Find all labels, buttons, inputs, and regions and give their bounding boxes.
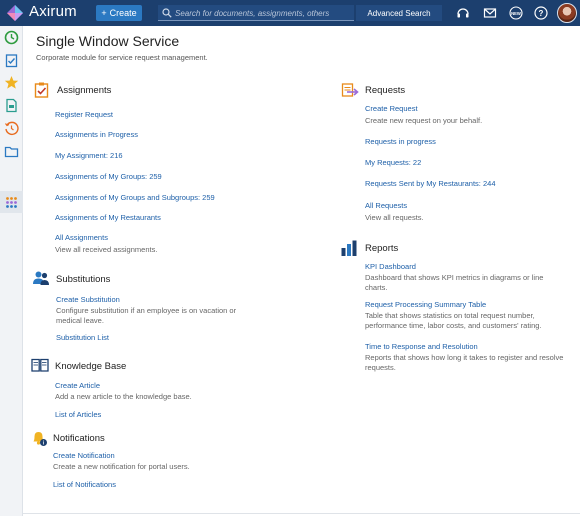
all-assignments-link[interactable]: All Assignments	[55, 233, 108, 242]
notifications-title: Notifications	[53, 433, 105, 444]
kpi-dashboard-link[interactable]: KPI Dashboard	[365, 262, 416, 271]
create-notification-desc: Create a new notification for portal use…	[53, 462, 190, 471]
side-rail	[0, 26, 23, 516]
create-substitution-desc: Configure substitution if an employee is…	[56, 306, 237, 325]
knowledge-base-title: Knowledge Base	[55, 361, 127, 372]
time-to-response-desc: Reports that shows how long it takes to …	[365, 353, 564, 372]
page-title: Single Window Service	[36, 33, 180, 49]
bar-chart-icon	[341, 240, 357, 256]
star-icon[interactable]	[4, 75, 19, 90]
app-name[interactable]: Axirum	[29, 3, 77, 20]
all-requests-link[interactable]: All Requests	[365, 201, 407, 210]
list-of-articles-link[interactable]: List of Articles	[55, 410, 101, 419]
create-article-link[interactable]: Create Article	[55, 381, 100, 390]
search-box[interactable]	[158, 5, 354, 21]
summary-table-link[interactable]: Request Processing Summary Table	[365, 300, 486, 309]
axirum-logo-icon	[7, 5, 23, 21]
create-button[interactable]: + Create	[96, 5, 142, 21]
mail-icon[interactable]	[483, 6, 497, 20]
create-request-desc: Create new request on your behalf.	[365, 116, 483, 125]
requests-icon	[341, 83, 359, 97]
plus-icon: +	[101, 8, 107, 18]
groups-subgroups-assignments-link[interactable]: Assignments of My Groups and Subgroups: …	[55, 193, 215, 202]
all-assignments-desc: View all received assignments.	[55, 245, 158, 254]
bell-icon: i	[33, 432, 47, 447]
my-restaurants-assignments-link[interactable]: Assignments of My Restaurants	[55, 213, 161, 222]
substitutions-title: Substitutions	[56, 274, 111, 285]
svg-text:?: ?	[539, 9, 544, 18]
create-substitution-link[interactable]: Create Substitution	[56, 295, 120, 304]
assignments-in-progress-link[interactable]: Assignments in Progress	[55, 130, 138, 139]
substitution-list-link[interactable]: Substitution List	[56, 333, 109, 342]
list-of-notifications-link[interactable]: List of Notifications	[53, 480, 116, 489]
substitutions-icon	[33, 271, 49, 285]
create-request-link[interactable]: Create Request	[365, 104, 418, 113]
my-assignment-link[interactable]: My Assignment: 216	[55, 151, 123, 160]
kpi-dashboard-desc: Dashboard that shows KPI metrics in diag…	[365, 273, 544, 292]
new-badge-icon[interactable]: NEW	[509, 6, 523, 20]
all-requests-desc: View all requests.	[365, 213, 424, 222]
advanced-search-button[interactable]: Advanced Search	[356, 5, 442, 21]
assignments-icon	[34, 82, 49, 98]
requests-in-progress-link[interactable]: Requests in progress	[365, 137, 436, 146]
folder-icon[interactable]	[4, 144, 19, 159]
summary-table-desc: Table that shows statistics on total req…	[365, 311, 542, 330]
checklist-icon[interactable]	[4, 53, 19, 68]
help-icon[interactable]: ?	[534, 6, 548, 20]
assignments-title: Assignments	[57, 85, 112, 96]
requests-sent-by-restaurants-link[interactable]: Requests Sent by My Restaurants: 244	[365, 179, 496, 188]
register-request-link[interactable]: Register Request	[55, 110, 113, 119]
user-avatar[interactable]	[557, 3, 577, 23]
create-article-desc: Add a new article to the knowledge base.	[55, 392, 192, 401]
top-bar: Axirum + Create Advanced Search NEW ?	[0, 0, 580, 26]
svg-text:NEW: NEW	[511, 11, 521, 16]
apps-grid-icon[interactable]	[4, 195, 19, 210]
create-button-label: Create	[109, 8, 137, 18]
time-to-response-link[interactable]: Time to Response and Resolution	[365, 342, 478, 351]
bottom-divider	[23, 513, 580, 514]
reports-title: Reports	[365, 243, 399, 254]
clock-icon[interactable]	[4, 30, 19, 45]
book-icon	[31, 358, 49, 372]
headset-icon[interactable]	[456, 6, 470, 20]
page-subtitle: Corporate module for service request man…	[36, 53, 208, 62]
history-icon[interactable]	[4, 121, 19, 136]
my-groups-assignments-link[interactable]: Assignments of My Groups: 259	[55, 172, 162, 181]
document-icon[interactable]	[4, 98, 19, 113]
requests-title: Requests	[365, 85, 406, 96]
search-icon	[162, 8, 172, 18]
my-requests-link[interactable]: My Requests: 22	[365, 158, 421, 167]
create-notification-link[interactable]: Create Notification	[53, 451, 115, 460]
search-input[interactable]	[175, 6, 350, 20]
